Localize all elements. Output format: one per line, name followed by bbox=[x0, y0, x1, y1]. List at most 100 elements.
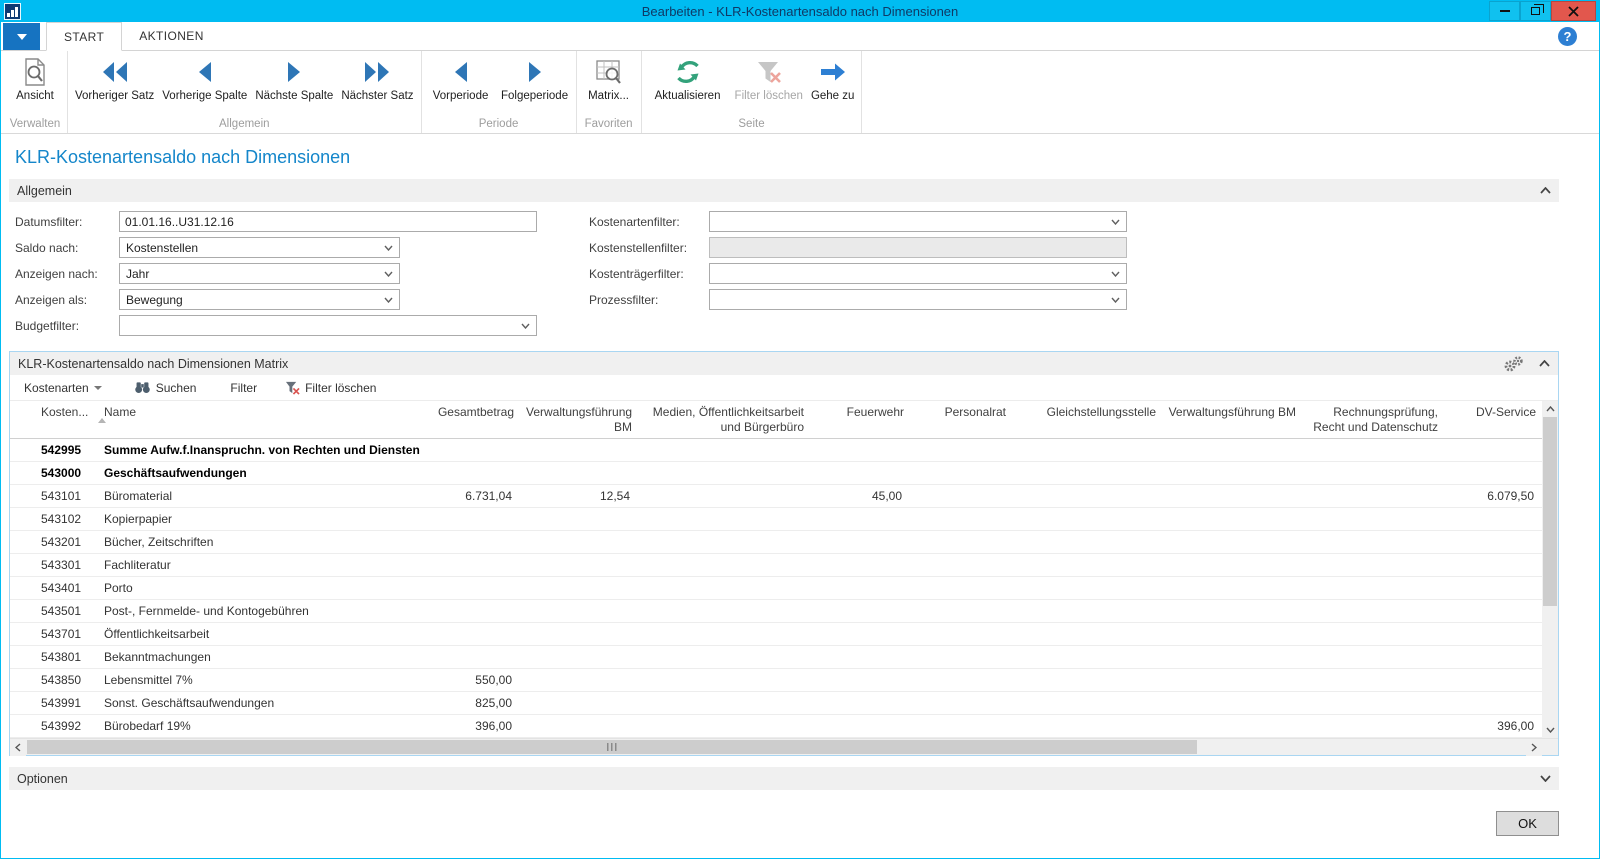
clear-filter-icon bbox=[285, 381, 300, 395]
fasttab-allgemein-body: Datumsfilter: Saldo nach: Kostenstellen … bbox=[9, 202, 1559, 344]
application-window: Bearbeiten - KLR-Kostenartensaldo nach D… bbox=[0, 0, 1600, 859]
kostenarten-menu-label: Kostenarten bbox=[24, 381, 89, 395]
row-name: Porto bbox=[98, 581, 420, 595]
column-header-dv-service[interactable]: DV-Service bbox=[1444, 405, 1542, 420]
scroll-down-icon[interactable] bbox=[1542, 722, 1558, 738]
filter-loeschen-toolbar-label: Filter löschen bbox=[305, 381, 376, 395]
column-header-kosten[interactable]: Kosten... bbox=[10, 405, 98, 420]
help-icon[interactable]: ? bbox=[1558, 27, 1577, 46]
group-label-periode: Periode bbox=[425, 117, 573, 133]
table-row[interactable]: 543801 Bekanntmachungen bbox=[10, 646, 1542, 669]
vorheriger-satz-button[interactable]: Vorheriger Satz bbox=[71, 51, 158, 117]
fasttab-optionen-header[interactable]: Optionen bbox=[9, 767, 1559, 790]
refresh-icon bbox=[673, 54, 703, 90]
chevron-down-icon bbox=[94, 386, 102, 390]
restore-button[interactable] bbox=[1520, 1, 1551, 21]
column-header-medien[interactable]: Medien, Öffentlichkeitsarbeit und Bürger… bbox=[638, 405, 810, 435]
column-header-feuerwehr[interactable]: Feuerwehr bbox=[810, 405, 910, 420]
table-row[interactable]: 543850 Lebensmittel 7% 550,00 bbox=[10, 669, 1542, 692]
row-value-dv-service[interactable]: 396,00 bbox=[1444, 719, 1542, 733]
row-value-feuerwehr[interactable]: 45,00 bbox=[810, 489, 910, 503]
fasttab-allgemein-header[interactable]: Allgemein bbox=[9, 179, 1559, 202]
naechster-satz-button[interactable]: Nächster Satz bbox=[337, 51, 417, 117]
scroll-right-icon[interactable] bbox=[1526, 739, 1542, 756]
app-menu-button[interactable] bbox=[3, 23, 40, 50]
kostenstellenfilter-label: Kostenstellenfilter: bbox=[589, 241, 709, 255]
expand-chevron-down-icon[interactable] bbox=[1540, 775, 1551, 782]
table-row[interactable]: 543701 Öffentlichkeitsarbeit bbox=[10, 623, 1542, 646]
anzeigen-als-select[interactable]: Bewegung bbox=[119, 289, 400, 310]
group-label-verwalten: Verwalten bbox=[6, 117, 64, 133]
saldo-nach-select[interactable]: Kostenstellen bbox=[119, 237, 400, 258]
row-code: 543000 bbox=[10, 466, 98, 480]
anzeigen-nach-label: Anzeigen nach: bbox=[15, 267, 119, 281]
ribbon-tabs: START AKTIONEN ? bbox=[1, 22, 1599, 50]
column-header-name[interactable]: Name bbox=[98, 405, 420, 420]
horizontal-scrollbar-row bbox=[10, 738, 1558, 755]
filter-loeschen-toolbar-button[interactable]: Filter löschen bbox=[279, 379, 382, 397]
row-name: Fachliteratur bbox=[98, 558, 420, 572]
kostenartenfilter-select[interactable] bbox=[709, 211, 1127, 232]
kostenarten-menu-button[interactable]: Kostenarten bbox=[18, 379, 108, 397]
matrix-button[interactable]: Matrix... bbox=[580, 51, 638, 117]
horizontal-scrollbar[interactable] bbox=[10, 739, 1542, 755]
scroll-up-icon[interactable] bbox=[1542, 401, 1558, 417]
horizontal-scroll-thumb[interactable] bbox=[27, 740, 1197, 754]
folgeperiode-button[interactable]: Folgeperiode bbox=[497, 51, 573, 117]
gehe-zu-button[interactable]: Gehe zu bbox=[807, 51, 858, 117]
datumsfilter-input[interactable] bbox=[119, 211, 537, 232]
table-row[interactable]: 543501 Post-, Fernmelde- und Kontogebühr… bbox=[10, 600, 1542, 623]
suchen-button[interactable]: Suchen bbox=[128, 379, 203, 397]
aktualisieren-button[interactable]: Aktualisieren bbox=[645, 51, 731, 117]
column-header-personalrat[interactable]: Personalrat bbox=[910, 405, 1012, 420]
close-button[interactable] bbox=[1551, 1, 1596, 21]
minimize-button[interactable] bbox=[1489, 1, 1520, 21]
filter-loeschen-button[interactable]: Filter löschen bbox=[731, 51, 807, 117]
vertical-scroll-thumb[interactable] bbox=[1543, 417, 1557, 606]
table-row[interactable]: 543201 Bücher, Zeitschriften bbox=[10, 531, 1542, 554]
saldo-nach-label: Saldo nach: bbox=[15, 241, 119, 255]
kostentraegerfilter-select[interactable] bbox=[709, 263, 1127, 284]
table-row[interactable]: 542995 Summe Aufw.f.Inanspruchn. von Rec… bbox=[10, 439, 1542, 462]
row-value-gesamtbetrag[interactable]: 825,00 bbox=[420, 696, 520, 710]
table-row[interactable]: 543101 Büromaterial 6.731,04 12,54 45,00… bbox=[10, 485, 1542, 508]
anzeigen-nach-select[interactable]: Jahr bbox=[119, 263, 400, 284]
prozessfilter-select[interactable] bbox=[709, 289, 1127, 310]
fasttab-matrix-header[interactable]: KLR-Kostenartensaldo nach Dimensionen Ma… bbox=[10, 352, 1558, 375]
column-header-rechnungspruefung[interactable]: Rechnungsprüfung, Recht und Datenschutz bbox=[1302, 405, 1444, 435]
table-row[interactable]: 543102 Kopierpapier bbox=[10, 508, 1542, 531]
row-value-verwaltungsfuehrung-bm-1[interactable]: 12,54 bbox=[520, 489, 638, 503]
filter-button[interactable]: Filter bbox=[224, 379, 263, 397]
table-row[interactable]: 543301 Fachliteratur bbox=[10, 554, 1542, 577]
column-header-gleichstellungsstelle[interactable]: Gleichstellungsstelle bbox=[1012, 405, 1162, 420]
titlebar: Bearbeiten - KLR-Kostenartensaldo nach D… bbox=[1, 0, 1599, 22]
column-header-gesamtbetrag[interactable]: Gesamtbetrag bbox=[420, 405, 520, 420]
tab-start[interactable]: START bbox=[46, 22, 122, 51]
row-name: Post-, Fernmelde- und Kontogebühren bbox=[98, 604, 420, 618]
chevron-down-icon bbox=[1111, 297, 1120, 303]
scroll-left-icon[interactable] bbox=[10, 739, 26, 756]
table-row[interactable]: 543000 Geschäftsaufwendungen bbox=[10, 462, 1542, 485]
table-row[interactable]: 543992 Bürobedarf 19% 396,00 396,00 bbox=[10, 715, 1542, 738]
group-label-favoriten: Favoriten bbox=[580, 117, 638, 133]
vorperiode-button[interactable]: Vorperiode bbox=[425, 51, 497, 117]
row-value-gesamtbetrag[interactable]: 550,00 bbox=[420, 673, 520, 687]
row-value-gesamtbetrag[interactable]: 6.731,04 bbox=[420, 489, 520, 503]
table-row[interactable]: 543991 Sonst. Geschäftsaufwendungen 825,… bbox=[10, 692, 1542, 715]
vertical-scrollbar[interactable] bbox=[1542, 401, 1558, 738]
ok-button[interactable]: OK bbox=[1496, 811, 1559, 836]
column-header-verwaltungsfuehrung-bm-2[interactable]: Verwaltungsführung BM bbox=[1162, 405, 1302, 420]
vorherige-spalte-button[interactable]: Vorherige Spalte bbox=[158, 51, 251, 117]
collapse-chevron-up-icon[interactable] bbox=[1539, 360, 1550, 367]
ansicht-button[interactable]: Ansicht bbox=[6, 51, 64, 117]
row-value-dv-service[interactable]: 6.079,50 bbox=[1444, 489, 1542, 503]
naechste-spalte-button[interactable]: Nächste Spalte bbox=[251, 51, 337, 117]
collapse-chevron-up-icon[interactable] bbox=[1540, 187, 1551, 194]
table-row[interactable]: 543401 Porto bbox=[10, 577, 1542, 600]
column-header-verwaltungsfuehrung-bm-1[interactable]: Verwaltungsführung BM bbox=[520, 405, 638, 435]
row-value-gesamtbetrag[interactable]: 396,00 bbox=[420, 719, 520, 733]
settings-gears-icon[interactable] bbox=[1503, 356, 1525, 372]
fasttab-matrix: KLR-Kostenartensaldo nach Dimensionen Ma… bbox=[9, 351, 1559, 756]
budgetfilter-select[interactable] bbox=[119, 315, 537, 336]
tab-aktionen[interactable]: AKTIONEN bbox=[122, 22, 221, 50]
